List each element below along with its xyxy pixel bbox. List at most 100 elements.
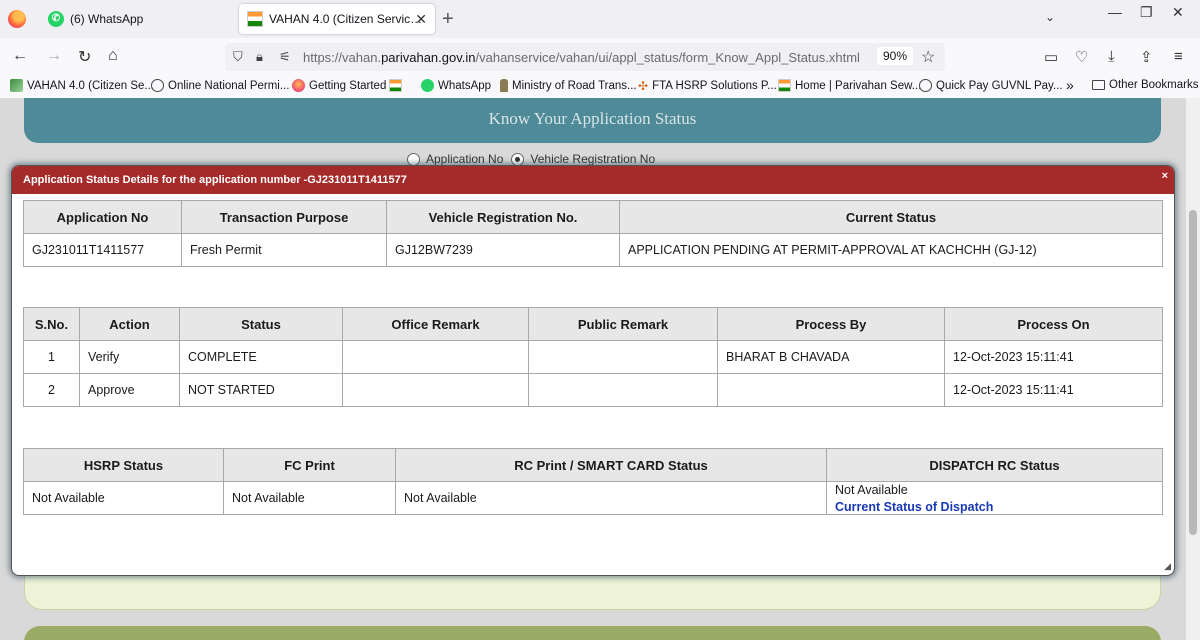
firefox-icon xyxy=(292,79,305,92)
resize-handle-icon[interactable]: ◢ xyxy=(1164,561,1171,572)
table-row: Not Available Not Available Not Availabl… xyxy=(23,481,1163,515)
bookmark-star-icon[interactable]: ☆ xyxy=(921,47,935,67)
public-remark xyxy=(528,340,718,374)
firefox-menu-icon[interactable] xyxy=(8,10,26,28)
status: NOT STARTED xyxy=(179,373,343,407)
table-row: 1 Verify COMPLETE BHARAT B CHAVADA 12-Oc… xyxy=(23,340,1163,374)
india-flag-icon xyxy=(778,79,791,92)
new-tab-icon[interactable]: + xyxy=(442,8,454,31)
table-row: 2 Approve NOT STARTED 12-Oct-2023 15:11:… xyxy=(23,373,1163,407)
application-table: Application No Transaction Purpose Vehic… xyxy=(23,200,1163,267)
vehicle-registration-no: GJ12BW7239 xyxy=(386,233,620,267)
bookmark-guvnl[interactable]: Quick Pay GUVNL Pay... xyxy=(919,79,1063,92)
url-text[interactable]: https://vahan.parivahan.gov.in/vahanserv… xyxy=(303,50,860,65)
india-flag-icon xyxy=(389,79,402,92)
zoom-indicator[interactable]: 90% xyxy=(877,47,914,65)
process-by: BHARAT B CHAVADA xyxy=(717,340,945,374)
bookmark-label: Online National Permi... xyxy=(168,79,290,92)
column-header: FC Print xyxy=(223,448,396,482)
vahan-icon xyxy=(10,79,23,92)
bookmark-ministry[interactable]: Ministry of Road Trans... xyxy=(500,79,637,92)
column-header: Public Remark xyxy=(528,307,718,341)
application-status-dialog: Application Status Details for the appli… xyxy=(11,165,1175,576)
column-header: HSRP Status xyxy=(23,448,224,482)
share-icon[interactable]: ⇪ xyxy=(1140,48,1153,66)
close-tab-icon[interactable]: ✕ xyxy=(415,11,427,28)
reload-icon[interactable]: ↻ xyxy=(78,47,91,67)
column-header: Vehicle Registration No. xyxy=(386,200,620,234)
column-header: Transaction Purpose xyxy=(181,200,387,234)
url-domain: parivahan.gov.in xyxy=(381,50,476,65)
browser-tab-bar: ✆ (6) WhatsApp VAHAN 4.0 (Citizen Servic… xyxy=(0,0,1200,38)
hsrp-status: Not Available xyxy=(23,481,224,515)
folder-icon xyxy=(1092,80,1105,90)
bookmark-vahan[interactable]: VAHAN 4.0 (Citizen Se... xyxy=(10,79,154,92)
restore-icon[interactable]: ❐ xyxy=(1140,4,1153,21)
other-bookmarks[interactable]: Other Bookmarks xyxy=(1092,79,1198,91)
radio-label: Application No xyxy=(426,152,504,166)
serial-no: 2 xyxy=(23,373,80,407)
home-icon[interactable]: ⌂ xyxy=(108,47,118,65)
bookmarks-bar: VAHAN 4.0 (Citizen Se... Online National… xyxy=(0,76,1200,98)
india-flag-icon xyxy=(247,11,263,27)
url-path: /vahanservice/vahan/ui/appl_status/form_… xyxy=(475,50,860,65)
column-header: Office Remark xyxy=(342,307,529,341)
minimize-icon[interactable]: — xyxy=(1108,4,1122,20)
column-header: Process By xyxy=(717,307,945,341)
tab-whatsapp[interactable]: ✆ (6) WhatsApp xyxy=(40,4,235,34)
application-no: GJ231011T1411577 xyxy=(23,233,182,267)
chevron-down-icon[interactable]: ⌄ xyxy=(1045,10,1055,24)
tab-vahan[interactable]: VAHAN 4.0 (Citizen Services)~S ✕ xyxy=(239,4,435,34)
bookmark-fta-hsrp[interactable]: ✣ FTA HSRP Solutions P... xyxy=(638,79,777,93)
current-status-of-dispatch-link[interactable]: Current Status of Dispatch xyxy=(835,500,1154,514)
know-status-panel: Know Your Application Status xyxy=(24,98,1161,143)
reader-view-icon[interactable]: ▭ xyxy=(1044,48,1058,66)
bookmark-parivahan-home[interactable]: Home | Parivahan Sew... xyxy=(778,79,921,92)
bookmark-flag[interactable] xyxy=(389,79,406,92)
whatsapp-icon: ✆ xyxy=(48,11,64,27)
bookmark-national-permit[interactable]: Online National Permi... xyxy=(151,79,289,92)
globe-icon xyxy=(151,79,164,92)
bookmark-label: WhatsApp xyxy=(438,79,492,92)
emblem-icon xyxy=(500,79,508,92)
office-remark xyxy=(342,373,529,407)
radio-label: Vehicle Registration No xyxy=(530,152,656,166)
rc-print-status: Not Available xyxy=(395,481,827,515)
fta-icon: ✣ xyxy=(638,79,649,93)
bookmark-label: VAHAN 4.0 (Citizen Se... xyxy=(27,79,154,92)
download-icon[interactable]: ⤓ xyxy=(1108,48,1115,65)
url-prefix: https://vahan. xyxy=(303,50,382,65)
dispatch-rc-status: Not Available xyxy=(835,482,908,497)
address-bar[interactable]: ⛉ 🔒︎ ⚟ https://vahan.parivahan.gov.in/va… xyxy=(225,43,945,71)
dialog-header[interactable]: Application Status Details for the appli… xyxy=(12,166,1174,194)
radio-application-no[interactable] xyxy=(407,152,420,166)
permissions-icon[interactable]: ⚟ xyxy=(279,49,291,65)
radio-vehicle-registration-no[interactable] xyxy=(511,152,525,166)
bookmark-label: Ministry of Road Trans... xyxy=(512,79,637,92)
lock-icon[interactable]: 🔒︎ xyxy=(256,49,263,65)
back-icon[interactable]: ← xyxy=(12,47,28,65)
bookmark-whatsapp[interactable]: WhatsApp xyxy=(421,79,491,92)
close-icon[interactable]: × xyxy=(1162,170,1168,182)
navigation-bar: ← → ↻ ⌂ ⛉ 🔒︎ ⚟ https://vahan.parivahan.g… xyxy=(0,38,1200,76)
transaction-purpose: Fresh Permit xyxy=(181,233,387,267)
shield-icon[interactable]: ⛉ xyxy=(233,49,243,65)
close-window-icon[interactable]: ✕ xyxy=(1172,4,1184,21)
column-header: Process On xyxy=(944,307,1163,341)
table-header-row: HSRP Status FC Print RC Print / SMART CA… xyxy=(23,448,1163,482)
search-type-radio-group: Application No Vehicle Registration No xyxy=(407,152,663,166)
office-remark xyxy=(342,340,529,374)
process-on: 12-Oct-2023 15:11:41 xyxy=(944,373,1163,407)
fc-print: Not Available xyxy=(223,481,396,515)
more-bookmarks-icon[interactable]: » xyxy=(1066,77,1074,93)
page-scrollbar[interactable] xyxy=(1186,98,1200,640)
column-header: DISPATCH RC Status xyxy=(826,448,1163,482)
forward-icon[interactable]: → xyxy=(46,47,62,65)
menu-icon[interactable]: ≡ xyxy=(1174,48,1183,65)
table-row: GJ231011T1411577 Fresh Permit GJ12BW7239… xyxy=(23,233,1163,267)
bookmark-label: Quick Pay GUVNL Pay... xyxy=(936,79,1063,92)
pocket-icon[interactable]: ♡ xyxy=(1075,48,1088,66)
column-header: Action xyxy=(79,307,180,341)
bookmark-getting-started[interactable]: Getting Started xyxy=(292,79,386,92)
scrollbar-thumb[interactable] xyxy=(1189,210,1197,535)
